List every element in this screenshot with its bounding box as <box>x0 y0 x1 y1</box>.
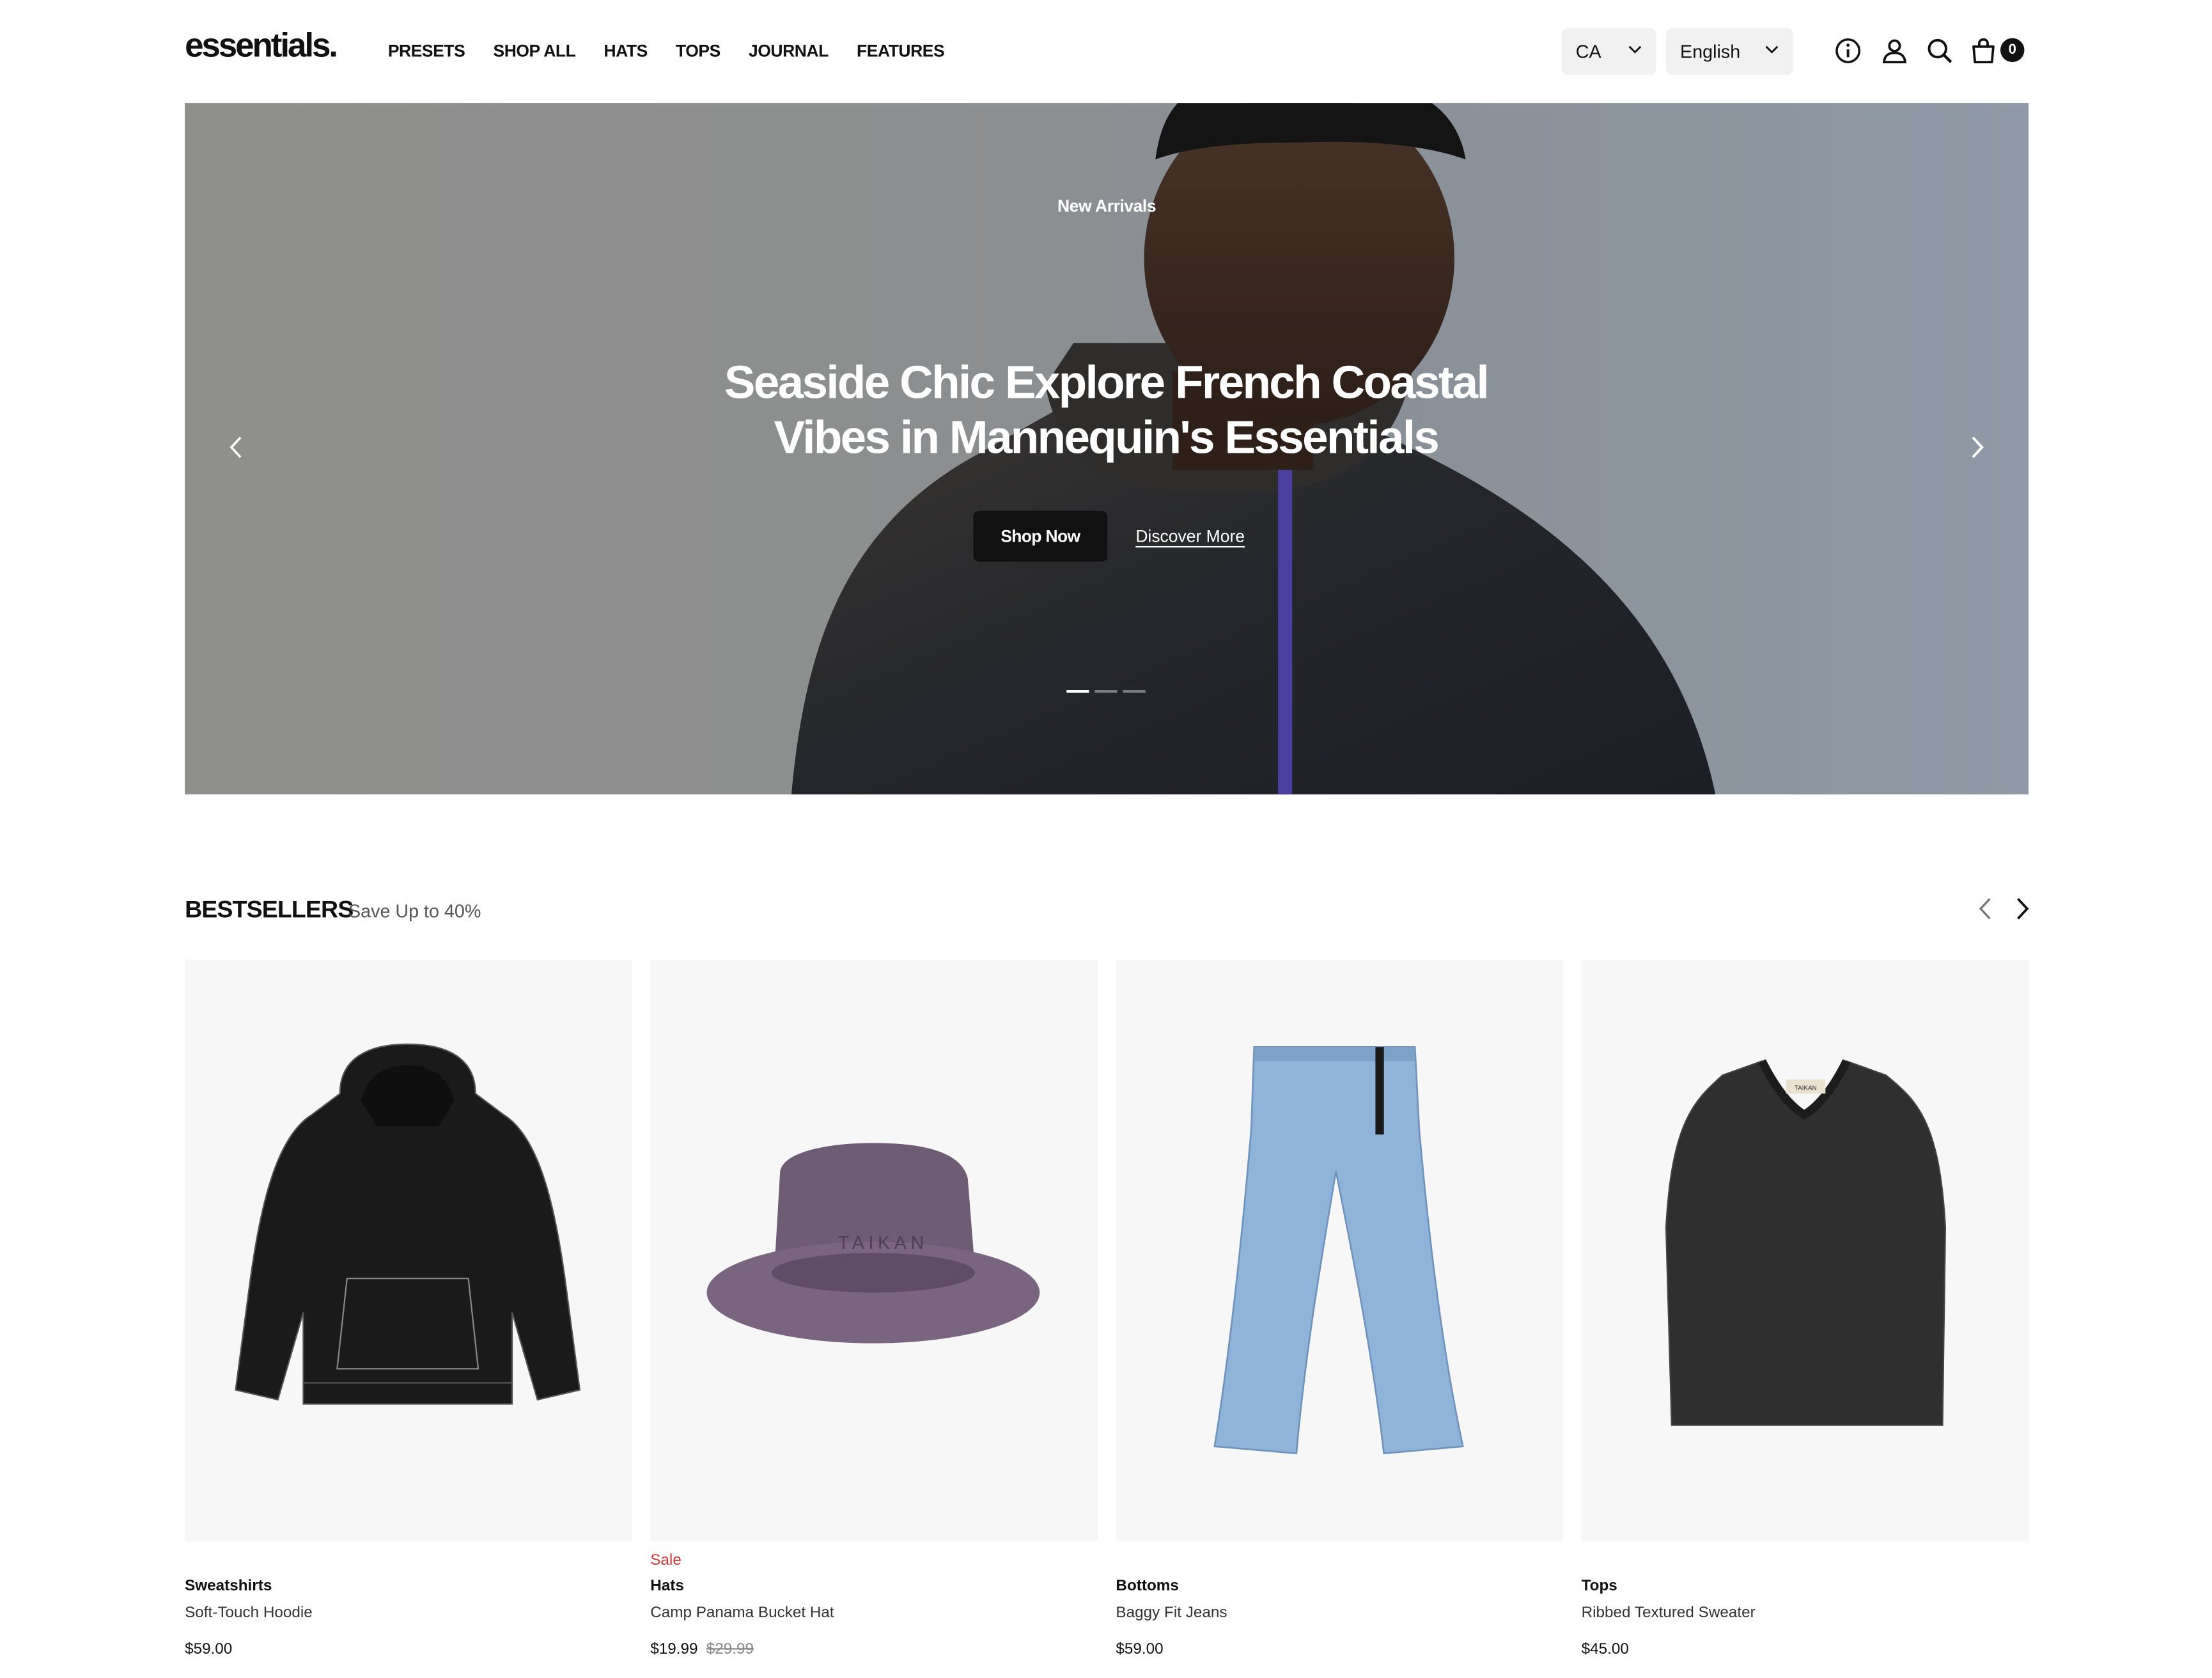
product-card[interactable]: Sweatshirts Soft-Touch Hoodie $59.00 <box>185 959 632 1658</box>
product-image-bucket-hat[interactable]: TAIKAN <box>650 959 1098 1541</box>
product-category: Tops <box>1581 1577 1617 1595</box>
bestsellers-prev-icon[interactable] <box>1974 896 1999 921</box>
site-header: essentials. PRESETS SHOP ALL HATS TOPS J… <box>0 0 2212 103</box>
country-select[interactable]: CA <box>1561 28 1656 75</box>
product-category: Hats <box>650 1577 684 1595</box>
bestsellers-title: BESTSELLERS <box>185 896 354 923</box>
nav-journal[interactable]: JOURNAL <box>749 41 829 61</box>
product-price: $45.00 <box>1581 1641 1629 1658</box>
product-card[interactable]: TAIKAN Sale Hats Camp Panama Bucket Hat … <box>650 959 1098 1658</box>
hero-title: Seaside Chic Explore French Coastal Vibe… <box>724 356 1490 463</box>
logo[interactable]: essentials. <box>185 27 338 67</box>
product-name[interactable]: Ribbed Textured Sweater <box>1582 1604 1756 1621</box>
product-category: Sweatshirts <box>185 1577 272 1595</box>
product-image-sweater[interactable]: TAIKAN <box>1581 959 2029 1541</box>
hero-eyebrow: New Arrivals <box>1057 196 1157 216</box>
language-select[interactable]: English <box>1665 28 1793 75</box>
product-category: Bottoms <box>1116 1577 1179 1595</box>
slide-indicators <box>1066 690 1146 693</box>
hero-prev-arrow-icon[interactable] <box>224 435 250 460</box>
slide-dot-1[interactable] <box>1066 690 1089 693</box>
nav-hats[interactable]: HATS <box>604 41 648 61</box>
product-image-hoodie[interactable] <box>185 959 632 1541</box>
product-old-price: $29.99 <box>706 1641 754 1658</box>
chevron-down-icon <box>1628 45 1642 54</box>
product-name[interactable]: Baggy Fit Jeans <box>1116 1604 1227 1621</box>
info-icon[interactable] <box>1834 36 1862 65</box>
slide-dot-3[interactable] <box>1123 690 1146 693</box>
bestsellers-next-icon[interactable] <box>2009 896 2034 921</box>
nav-features[interactable]: FEATURES <box>857 41 945 61</box>
sale-badge: Sale <box>650 1552 682 1569</box>
chevron-down-icon <box>1765 45 1779 54</box>
bestsellers-subtitle: Save Up to 40% <box>348 900 481 921</box>
cart-icon[interactable] <box>1969 36 1997 65</box>
language-value: English <box>1680 40 1741 63</box>
nav-shop-all[interactable]: SHOP ALL <box>493 41 575 61</box>
shop-now-button[interactable]: Shop Now <box>973 510 1108 562</box>
cart-count-badge: 0 <box>2000 38 2025 63</box>
product-price: $19.99 <box>650 1641 698 1658</box>
product-card[interactable]: Bottoms Baggy Fit Jeans $59.00 <box>1116 959 1563 1658</box>
hero-next-arrow-icon[interactable] <box>1964 435 1990 460</box>
product-image-jeans[interactable] <box>1116 959 1563 1541</box>
account-icon[interactable] <box>1880 36 1908 65</box>
discover-more-link[interactable]: Discover More <box>1135 526 1245 546</box>
country-value: CA <box>1575 40 1601 63</box>
sweater-label-text: TAIKAN <box>1795 1085 1817 1092</box>
hat-brand-text: TAIKAN <box>838 1233 928 1253</box>
product-price-group: $19.99 $29.99 <box>650 1641 754 1658</box>
product-card[interactable]: TAIKAN Tops Ribbed Textured Sweater $45.… <box>1581 959 2029 1658</box>
nav-tops[interactable]: TOPS <box>676 41 720 61</box>
search-icon[interactable] <box>1926 36 1954 65</box>
nav-presets[interactable]: PRESETS <box>388 41 465 61</box>
product-name[interactable]: Camp Panama Bucket Hat <box>650 1604 834 1621</box>
hero-banner: New Arrivals Seaside Chic Explore French… <box>185 103 2029 795</box>
product-name[interactable]: Soft-Touch Hoodie <box>185 1604 313 1621</box>
product-price: $59.00 <box>185 1641 233 1658</box>
main-nav: PRESETS SHOP ALL HATS TOPS JOURNAL FEATU… <box>388 41 945 61</box>
product-price: $59.00 <box>1116 1641 1164 1658</box>
slide-dot-2[interactable] <box>1094 690 1118 693</box>
